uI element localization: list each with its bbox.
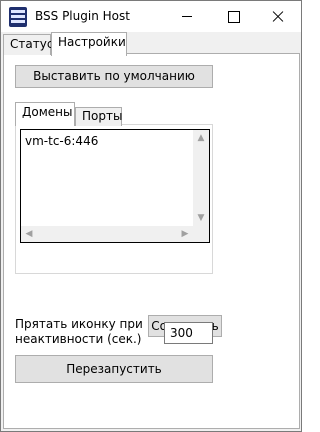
vertical-scrollbar[interactable]: ▲ ▼ xyxy=(193,130,209,226)
scroll-corner xyxy=(193,226,209,242)
domains-panel: vm-tc-6:446 ▲ ▼ ◀ ▶ Сохранить xyxy=(15,124,222,337)
scroll-up-icon[interactable]: ▲ xyxy=(197,134,205,143)
scroll-left-icon[interactable]: ◀ xyxy=(24,229,34,239)
hide-icon-seconds-input[interactable] xyxy=(164,322,213,344)
hide-icon-label: Прятать иконку при неактивности (сек.) xyxy=(15,317,143,346)
list-item[interactable]: vm-tc-6:446 xyxy=(25,134,98,148)
app-icon[interactable] xyxy=(9,7,27,27)
tab-settings[interactable]: Настройки xyxy=(51,32,127,56)
window-title: BSS Plugin Host xyxy=(35,9,130,23)
title-bar[interactable]: BSS Plugin Host xyxy=(1,1,301,32)
scroll-right-icon[interactable]: ▶ xyxy=(180,229,190,239)
maximize-icon[interactable] xyxy=(210,1,256,32)
app-window: BSS Plugin Host Выставить по умолчанию v… xyxy=(0,0,302,432)
scroll-down-icon[interactable]: ▼ xyxy=(197,214,205,223)
horizontal-scrollbar[interactable]: ◀ ▶ xyxy=(21,226,193,242)
tab-status[interactable]: Статус xyxy=(3,34,53,55)
domains-list[interactable]: vm-tc-6:446 ▲ ▼ ◀ ▶ xyxy=(20,129,210,243)
client-area: Выставить по умолчанию vm-tc-6:446 ▲ ▼ ◀… xyxy=(1,32,301,431)
settings-panel: Выставить по умолчанию vm-tc-6:446 ▲ ▼ ◀… xyxy=(3,53,300,429)
minimize-icon[interactable] xyxy=(164,1,210,32)
close-icon[interactable] xyxy=(255,1,301,32)
set-default-button[interactable]: Выставить по умолчанию xyxy=(15,65,213,88)
tab-domains[interactable]: Домены xyxy=(15,102,75,126)
restart-button[interactable]: Перезапустить xyxy=(15,355,213,383)
tab-ports[interactable]: Порты xyxy=(75,107,122,126)
